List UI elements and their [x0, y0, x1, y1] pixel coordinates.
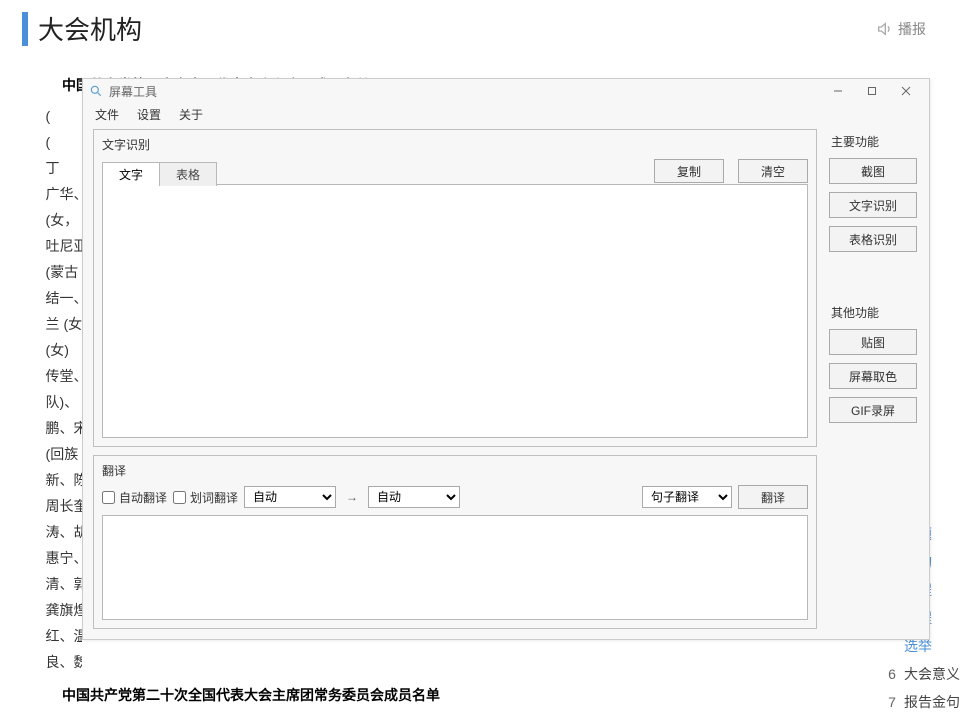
color-picker-button[interactable]: 屏幕取色	[829, 363, 917, 389]
body-line: 新、陈	[30, 467, 82, 493]
body-line: (女)	[30, 337, 82, 363]
body-line: 鹏、宋	[30, 415, 82, 441]
lang-from-select[interactable]: 自动	[244, 486, 336, 508]
menu-settings[interactable]: 设置	[137, 106, 161, 123]
ocr-output[interactable]	[102, 184, 808, 438]
page-title: 大会机构	[38, 10, 142, 47]
body-line: 队)、	[30, 389, 82, 415]
nav-item[interactable]: 6大会意义	[878, 660, 966, 688]
sidebar-main-title: 主要功能	[827, 129, 919, 154]
speaker-icon	[876, 21, 892, 37]
app-window: 屏幕工具 文件 设置 关于 文字识别 文字 表格 复制	[82, 78, 930, 640]
body-line: (	[30, 103, 82, 129]
body-line: 惠宁、	[30, 545, 82, 571]
arrow-icon: →	[342, 490, 362, 504]
clear-button[interactable]: 清空	[738, 159, 808, 183]
translate-output[interactable]	[102, 515, 808, 620]
ocr-button[interactable]: 文字识别	[829, 192, 917, 218]
body-line: 丁	[30, 155, 82, 181]
body-line: 良、魏	[30, 649, 82, 675]
copy-button[interactable]: 复制	[654, 159, 724, 183]
ocr-tabs: 文字 表格	[102, 161, 216, 185]
sidebar-other-title: 其他功能	[827, 300, 919, 325]
title-bar: 屏幕工具	[83, 79, 929, 103]
audio-label: 播报	[898, 19, 926, 39]
auto-translate-checkbox[interactable]: 自动翻译	[102, 489, 167, 506]
translate-panel-title: 翻译	[102, 462, 808, 479]
body-line: 吐尼亚	[30, 233, 82, 259]
translate-panel: 翻译 自动翻译 划词翻译 自动 → 自动 句子翻译 翻译	[93, 455, 817, 629]
body-line: 龚旗煌	[30, 597, 82, 623]
translate-button[interactable]: 翻译	[738, 485, 808, 509]
ocr-panel-title: 文字识别	[102, 136, 808, 153]
menu-file[interactable]: 文件	[95, 106, 119, 123]
body-line: (	[30, 129, 82, 155]
audio-broadcast[interactable]: 播报	[876, 19, 926, 39]
table-ocr-button[interactable]: 表格识别	[829, 226, 917, 252]
menu-bar: 文件 设置 关于	[83, 103, 929, 125]
body-line: 清、郭	[30, 571, 82, 597]
menu-about[interactable]: 关于	[179, 106, 203, 123]
gif-record-button[interactable]: GIF录屏	[829, 397, 917, 423]
close-button[interactable]	[889, 80, 923, 102]
ocr-panel: 文字识别 文字 表格 复制 清空	[93, 129, 817, 447]
app-icon	[89, 84, 103, 98]
maximize-button[interactable]	[855, 80, 889, 102]
body-line: 红、温	[30, 623, 82, 649]
tab-text[interactable]: 文字	[102, 162, 160, 186]
minimize-button[interactable]	[821, 80, 855, 102]
tab-table[interactable]: 表格	[159, 162, 217, 186]
body-line: (蒙古	[30, 259, 82, 285]
select-translate-label: 划词翻译	[190, 489, 238, 506]
body-line: (女，	[30, 207, 82, 233]
window-title: 屏幕工具	[109, 83, 157, 100]
auto-translate-label: 自动翻译	[119, 489, 167, 506]
sidebar: 主要功能 截图 文字识别 表格识别 其他功能 贴图 屏幕取色 GIF录屏	[827, 129, 919, 629]
section-heading-2: 中国共产党第二十次全国代表大会主席团常务委员会成员名单	[62, 685, 966, 705]
body-line: 周长奎	[30, 493, 82, 519]
body-line: 结一、	[30, 285, 82, 311]
body-line: 传堂、	[30, 363, 82, 389]
title-accent-bar	[22, 12, 28, 46]
select-translate-checkbox[interactable]: 划词翻译	[173, 489, 238, 506]
body-text-clip: ( ( 丁 广华、 (女， 吐尼亚 (蒙古 结一、 兰 (女 (女) 传堂、 队…	[30, 103, 82, 675]
lang-to-select[interactable]: 自动	[368, 486, 460, 508]
body-line: 广华、	[30, 181, 82, 207]
body-line: 涛、胡	[30, 519, 82, 545]
translate-mode-select[interactable]: 句子翻译	[642, 486, 732, 508]
pin-button[interactable]: 贴图	[829, 329, 917, 355]
body-line: 兰 (女	[30, 311, 82, 337]
nav-item[interactable]: 7报告金句	[878, 688, 966, 716]
body-line: (回族	[30, 441, 82, 467]
screenshot-button[interactable]: 截图	[829, 158, 917, 184]
